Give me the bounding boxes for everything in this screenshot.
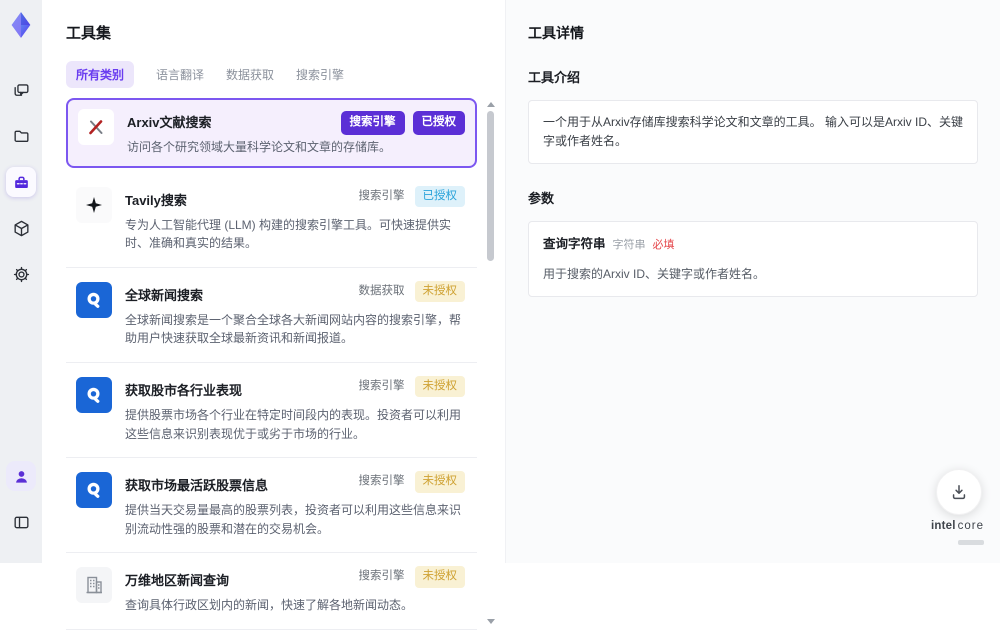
tool-list: Arxiv文献搜索 访问各个研究领域大量科学论文和文章的存储库。 搜索引擎 已授… (66, 98, 497, 630)
app-logo (7, 11, 35, 39)
tool-auth-badge: 未授权 (414, 375, 465, 398)
tool-auth-badge: 未授权 (414, 471, 465, 493)
param-box: 查询字符串 字符串 必填 用于搜索的Arxiv ID、关键字或作者姓名。 (528, 221, 978, 298)
user-icon[interactable] (6, 461, 36, 491)
tool-description: 全球新闻搜索是一个聚合全球各大新闻网站内容的搜索引擎，帮助用户快速获取全球最新资… (125, 312, 462, 346)
params-heading: 参数 (528, 191, 555, 207)
tool-description: 专为人工智能代理 (LLM) 构建的搜索引擎工具。可快速提供实时、准确和真实的结… (125, 217, 452, 251)
blue-search-logo-icon (76, 472, 112, 509)
tool-card-global-news[interactable]: 全球新闻搜索 全球新闻搜索是一个聚合全球各大新闻网站内容的搜索引擎，帮助用户快速… (66, 267, 477, 363)
tool-category-label: 搜索引擎 (358, 189, 405, 202)
download-icon (952, 485, 966, 500)
intro-heading: 工具介绍 (528, 70, 581, 85)
tool-card-regional-news[interactable]: 万维地区新闻查询 查询具体行政区划内的新闻，快速了解各地新闻动态。 搜索引擎 未… (66, 553, 477, 630)
list-scrollbar[interactable] (485, 98, 495, 626)
brand-subtext-bar (958, 540, 984, 546)
scrollbar-up-arrow-icon[interactable] (487, 102, 495, 107)
tool-category-label: 搜索引擎 (358, 379, 405, 392)
settings-icon[interactable] (6, 259, 36, 289)
chat-icon[interactable] (6, 75, 36, 105)
tool-card-tavily[interactable]: Tavily搜索 专为人工智能代理 (LLM) 构建的搜索引擎工具。可快速提供实… (66, 172, 477, 268)
tool-category-label: 搜索引擎 (358, 570, 405, 583)
tool-description: 查询具体行政区划内的新闻，快速了解各地新闻动态。 (125, 598, 414, 613)
tool-card-sector-performance[interactable]: 获取股市各行业表现 提供股票市场各个行业在特定时间段内的表现。投资者可以利用这些… (66, 362, 477, 459)
page-title: 工具集 (66, 25, 112, 42)
blue-search-logo-icon (76, 281, 112, 318)
folder-icon[interactable] (6, 121, 36, 151)
tool-category-badge: 搜索引擎 (340, 111, 405, 135)
tool-description: 访问各个研究领域大量科学论文和文章的存储库。 (127, 140, 392, 154)
param-required-badge: 必填 (652, 239, 675, 252)
tool-card-most-active-stocks[interactable]: 获取市场最活跃股票信息 提供当天交易量最高的股票列表，投资者可以利用这些信息来识… (66, 458, 477, 554)
intel-core-logo: intel core (931, 520, 984, 550)
arxiv-logo-icon (78, 109, 114, 145)
scrollbar-down-arrow-icon[interactable] (487, 618, 495, 624)
tool-list-panel: 工具集 所有类别 语言翻译 数据获取 搜索引擎 Arxiv文献搜索 访问各个研究… (42, 0, 505, 630)
intro-text: 一个用于从Arxiv存储库搜索科学论文和文章的工具。 输入可以是Arxiv ID… (543, 115, 964, 149)
details-title: 工具详情 (528, 25, 584, 41)
cube-icon[interactable] (6, 213, 36, 243)
tool-category-label: 数据获取 (358, 284, 405, 297)
tab-language-translation[interactable]: 语言翻译 (156, 61, 204, 88)
tool-auth-badge: 已授权 (414, 185, 465, 208)
tool-details-panel: 工具详情 工具介绍 一个用于从Arxiv存储库搜索科学论文和文章的工具。 输入可… (505, 0, 1000, 563)
app-sidebar (0, 0, 42, 563)
building-icon (76, 567, 112, 604)
brand-core-text: core (957, 519, 984, 532)
tool-auth-badge: 未授权 (414, 280, 465, 303)
intro-box: 一个用于从Arxiv存储库搜索科学论文和文章的工具。 输入可以是Arxiv ID… (528, 100, 978, 165)
tab-data-fetch[interactable]: 数据获取 (226, 61, 274, 88)
toolbox-icon[interactable] (6, 167, 36, 197)
tavily-star-icon (76, 186, 112, 223)
brand-intel-text: intel (930, 519, 956, 532)
tool-description: 提供当天交易量最高的股票列表，投资者可以利用这些信息来识别流动性强的股票和潜在的… (125, 503, 462, 536)
param-name: 查询字符串 (543, 237, 606, 252)
tool-description: 提供股票市场各个行业在特定时间段内的表现。投资者可以利用这些信息来识别表现优于或… (125, 407, 462, 441)
tab-all-categories[interactable]: 所有类别 (66, 61, 135, 88)
param-type: 字符串 (612, 239, 646, 252)
scrollbar-thumb[interactable] (487, 111, 494, 261)
category-tabs: 所有类别 语言翻译 数据获取 搜索引擎 (66, 61, 497, 88)
tool-auth-badge: 已授权 (412, 111, 465, 135)
tab-search-engine[interactable]: 搜索引擎 (296, 61, 344, 88)
blue-search-logo-icon (76, 376, 112, 413)
panel-toggle-icon[interactable] (6, 507, 36, 537)
download-button[interactable] (936, 469, 982, 515)
tool-auth-badge: 未授权 (414, 566, 465, 588)
tool-category-label: 搜索引擎 (358, 475, 405, 488)
tool-card-arxiv[interactable]: Arxiv文献搜索 访问各个研究领域大量科学论文和文章的存储库。 搜索引擎 已授… (66, 98, 477, 168)
param-description: 用于搜索的Arxiv ID、关键字或作者姓名。 (543, 266, 766, 281)
